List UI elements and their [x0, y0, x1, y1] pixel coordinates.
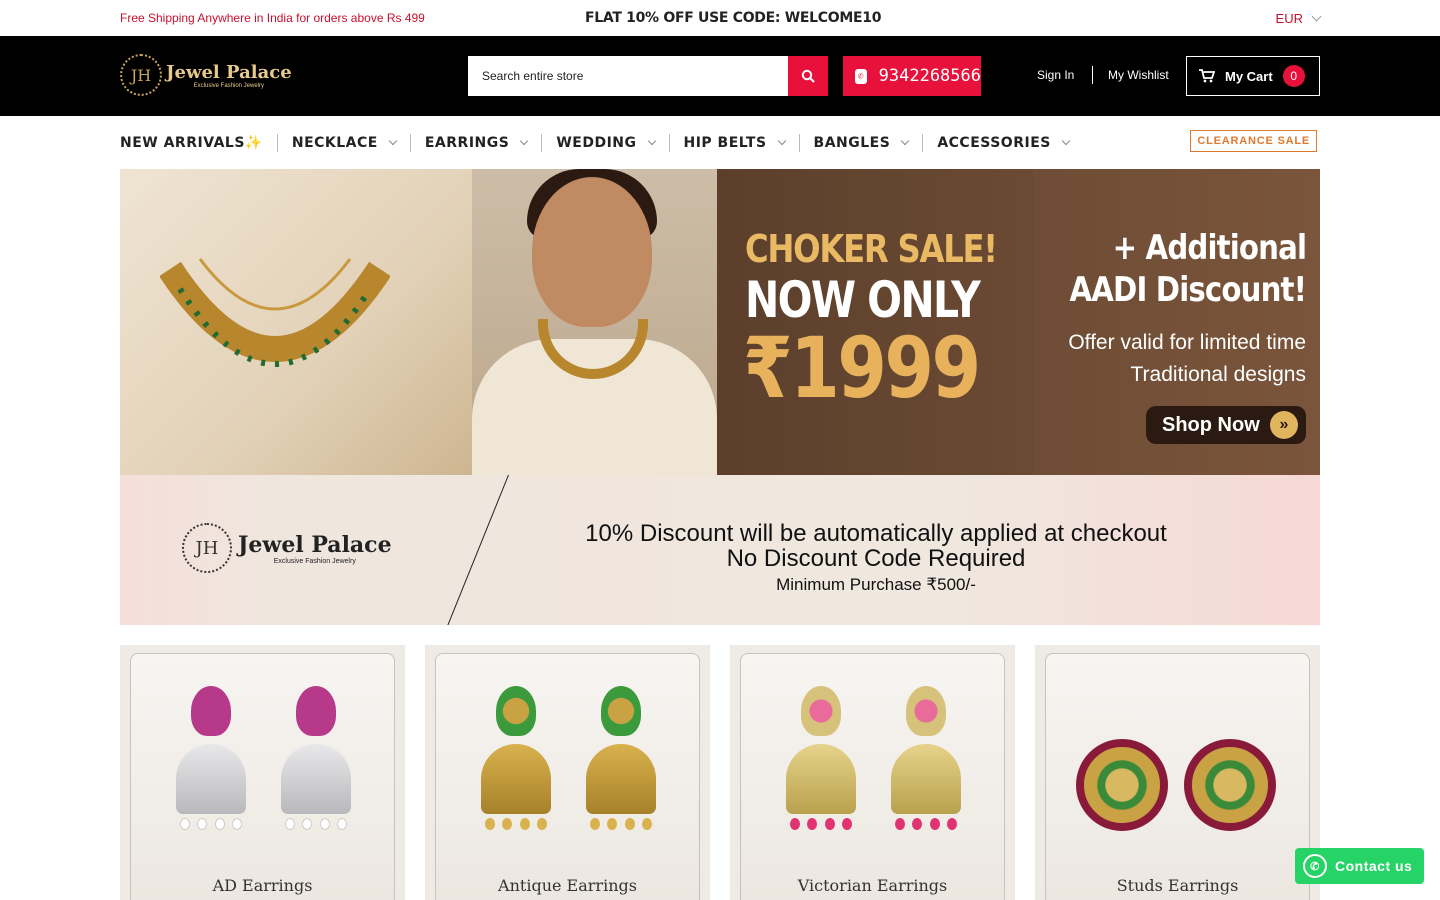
hero-offer-text: Offer valid for limited time Traditional…: [1068, 327, 1306, 391]
chevron-down-icon: [1061, 136, 1071, 145]
logo-tagline: Exclusive Fashion Jewelry: [193, 82, 264, 89]
hero-banner[interactable]: CHOKER SALE! NOW ONLY ₹1999 + Additional…: [120, 169, 1320, 475]
discount-line-2: No Discount Code Required: [726, 545, 1026, 572]
nav-new-arrivals[interactable]: NEW ARRIVALS✨: [120, 135, 263, 151]
necklace-illustration: [160, 258, 390, 367]
category-label: Victorian Earrings: [797, 876, 948, 895]
model-face: [532, 177, 652, 327]
whatsapp-contact-button[interactable]: ✆ Contact us: [1295, 848, 1424, 884]
cart-icon: [1199, 69, 1215, 83]
phone-icon: ✆: [855, 68, 867, 84]
stud-earring-image: [1184, 739, 1276, 831]
shop-now-button[interactable]: Shop Now »: [1146, 406, 1306, 444]
currency-label: EUR: [1275, 10, 1303, 26]
coupon-banner-text: FLAT 10% OFF USE CODE: WELCOME10: [585, 10, 882, 26]
site-logo[interactable]: JH Jewel Palace Exclusive Fashion Jewelr…: [120, 54, 292, 96]
whatsapp-label: Contact us: [1335, 858, 1413, 874]
nav-label: NEW ARRIVALS✨: [120, 134, 263, 151]
currency-switcher[interactable]: EUR: [1275, 10, 1322, 26]
nav-label: HIP BELTS: [683, 134, 767, 151]
category-card-ad-earrings[interactable]: AD Earrings: [120, 645, 405, 900]
chevron-down-icon: [1311, 11, 1322, 21]
chevron-down-icon: [647, 136, 656, 145]
nav-label: WEDDING: [556, 134, 637, 151]
stud-earring-image: [1076, 739, 1168, 831]
search-icon: [801, 69, 815, 83]
top-bar: Free Shipping Anywhere in India for orde…: [0, 0, 1440, 36]
hero-price: ₹1999: [743, 319, 981, 417]
header: JH Jewel Palace Exclusive Fashion Jewelr…: [0, 36, 1440, 116]
discount-line-1: 10% Discount will be automatically appli…: [585, 520, 1167, 547]
necklace-product-image: [120, 169, 472, 475]
nav-label: NECKLACE: [291, 134, 378, 151]
earring-image: [786, 686, 856, 866]
discount-banner[interactable]: JH Jewel Palace Exclusive Fashion Jewelr…: [120, 475, 1320, 625]
nav-divider: [276, 133, 278, 152]
hero-headline: CHOKER SALE!: [745, 227, 998, 271]
hero-additional-discount: + Additional AADI Discount!: [1069, 227, 1306, 311]
whatsapp-icon: ✆: [1303, 854, 1327, 878]
hero-price-panel: CHOKER SALE! NOW ONLY ₹1999: [717, 169, 1033, 475]
logo-name: Jewel Palace: [166, 61, 292, 83]
hero-offer-panel: + Additional AADI Discount! Offer valid …: [1033, 169, 1320, 475]
nav-divider: [922, 133, 924, 152]
nav-label: EARRINGS: [424, 134, 510, 151]
nav-earrings[interactable]: EARRINGS: [424, 134, 529, 151]
chevron-down-icon: [777, 136, 786, 145]
nav-accessories[interactable]: ACCESSORIES: [937, 134, 1071, 151]
offer-line-1: Offer valid for limited time: [1068, 331, 1306, 354]
category-label: Studs Earrings: [1116, 876, 1239, 895]
wishlist-link[interactable]: My Wishlist: [1108, 68, 1169, 82]
category-label: AD Earrings: [212, 876, 313, 895]
logo-emblem-icon: JH: [120, 54, 162, 96]
search-input[interactable]: [468, 56, 788, 96]
nav-necklace[interactable]: NECKLACE: [291, 134, 398, 151]
earring-image: [891, 686, 961, 866]
cart-button[interactable]: My Cart 0: [1186, 56, 1320, 96]
nav-divider: [409, 133, 411, 152]
clearance-sale-link[interactable]: CLEARANCE SALE: [1190, 130, 1317, 152]
phone-button[interactable]: ✆ 9342268566: [843, 56, 981, 96]
nav-label: BANGLES: [813, 134, 891, 151]
category-grid: AD Earrings Antique Earrings Victorian E…: [120, 645, 1320, 900]
sign-in-link[interactable]: Sign In: [1037, 68, 1074, 82]
additional-line-2: AADI Discount!: [1069, 270, 1306, 310]
free-shipping-text: Free Shipping Anywhere in India for orde…: [120, 11, 425, 25]
category-card-victorian-earrings[interactable]: Victorian Earrings: [730, 645, 1015, 900]
additional-line-1: + Additional: [1112, 228, 1306, 268]
discount-line-3: Minimum Purchase ₹500/-: [776, 575, 976, 594]
phone-number: 9342268566: [878, 66, 981, 86]
double-chevron-right-icon: »: [1270, 411, 1298, 439]
chevron-down-icon: [901, 136, 910, 145]
cart-label: My Cart: [1225, 68, 1273, 84]
nav-divider: [798, 133, 800, 152]
search-button[interactable]: [788, 56, 828, 96]
nav-divider: [668, 133, 670, 152]
header-divider: [1092, 66, 1093, 84]
earring-image: [281, 686, 351, 866]
main-nav: NEW ARRIVALS✨ NECKLACE EARRINGS WEDDING …: [0, 116, 1440, 169]
nav-divider: [541, 133, 543, 152]
search-bar: [468, 56, 828, 96]
nav-bangles[interactable]: BANGLES: [813, 134, 910, 151]
earring-image: [586, 686, 656, 866]
category-card-studs-earrings[interactable]: Studs Earrings: [1035, 645, 1320, 900]
chevron-down-icon: [520, 136, 529, 145]
shop-now-label: Shop Now: [1162, 413, 1260, 436]
nav-hip-belts[interactable]: HIP BELTS: [683, 134, 786, 151]
model-image: [472, 169, 717, 475]
cart-count-badge: 0: [1282, 65, 1305, 87]
nav-wedding[interactable]: WEDDING: [556, 134, 656, 151]
earring-image: [176, 686, 246, 866]
earring-image: [481, 686, 551, 866]
nav-label: ACCESSORIES: [937, 134, 1051, 151]
category-card-antique-earrings[interactable]: Antique Earrings: [425, 645, 710, 900]
offer-line-2: Traditional designs: [1130, 363, 1307, 386]
category-label: Antique Earrings: [498, 876, 637, 895]
chevron-down-icon: [388, 136, 398, 145]
